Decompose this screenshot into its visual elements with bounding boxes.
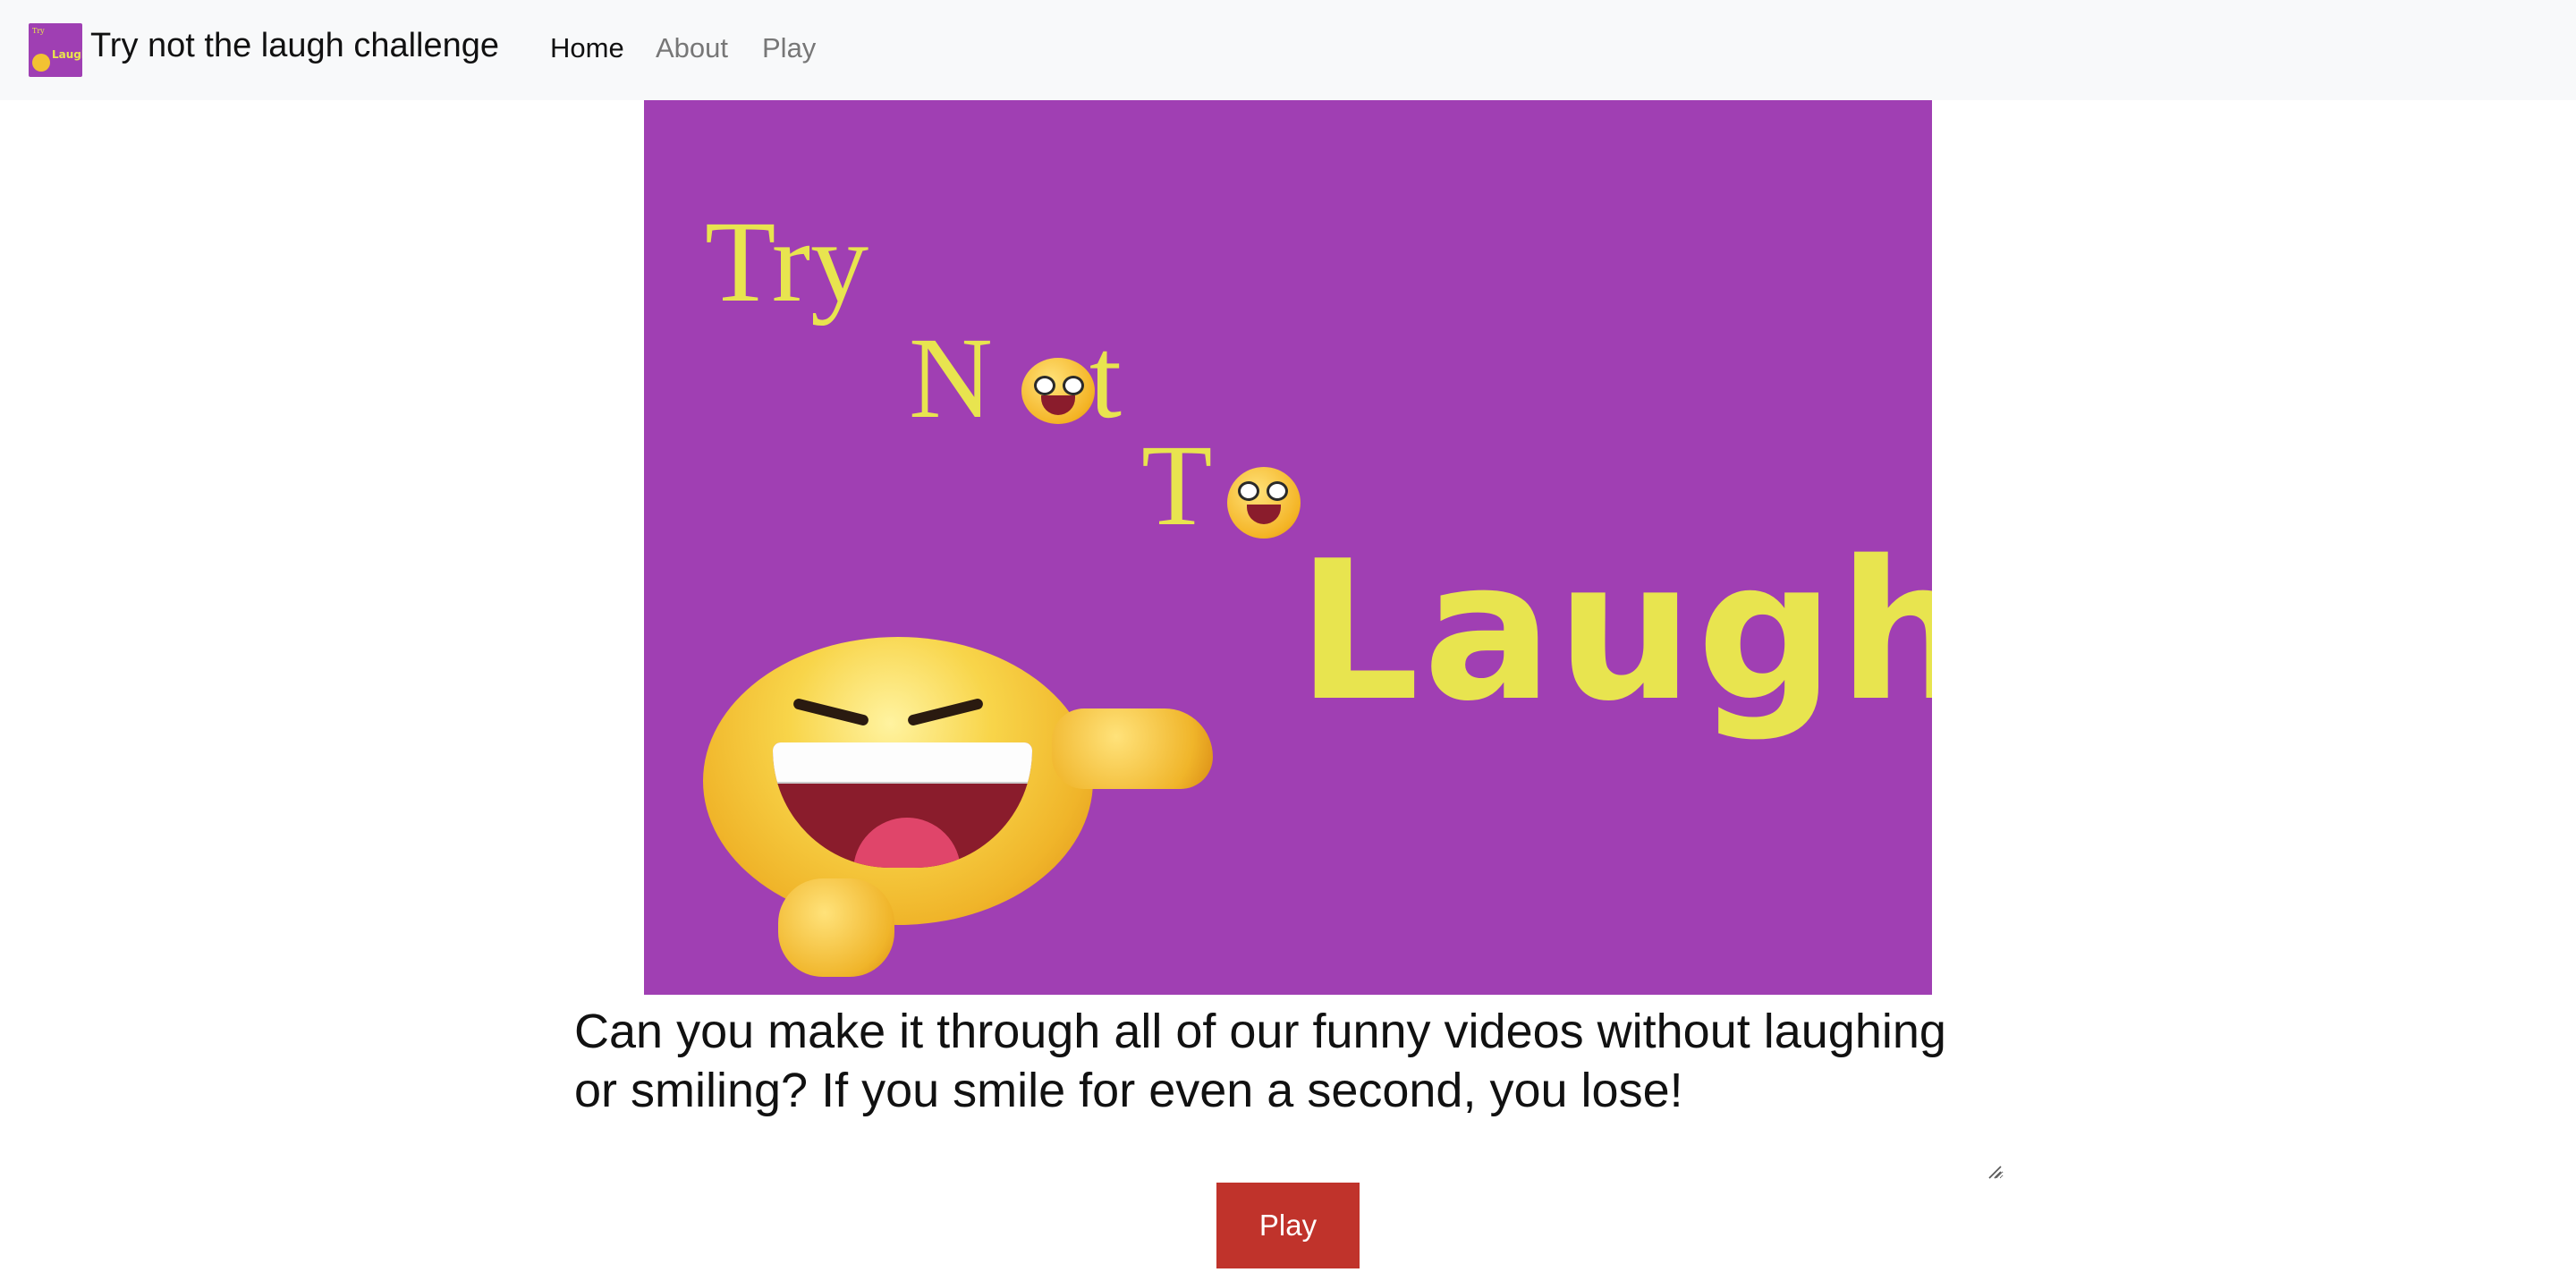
- nav-link-play[interactable]: Play: [762, 32, 816, 64]
- brand-logo[interactable]: Try Laugh: [29, 23, 82, 77]
- emoji-eye: [1034, 376, 1055, 395]
- nav-link-home[interactable]: Home: [550, 32, 624, 64]
- emoji-brow: [906, 697, 985, 727]
- hero-text-n: N: [909, 314, 993, 443]
- emoji-tongue: [853, 818, 961, 868]
- emoji-eye: [1238, 481, 1259, 501]
- hero-image: Try Nt T Laugh: [644, 100, 1932, 995]
- resize-handle-icon[interactable]: [1986, 1163, 2002, 1179]
- brand-title[interactable]: Try not the laugh challenge: [90, 27, 499, 65]
- emoji-eye: [1267, 481, 1288, 501]
- navbar: Try Laugh Try not the laugh challenge Ho…: [0, 0, 2576, 100]
- pointing-hand-icon: [1052, 708, 1213, 789]
- logo-small-text: Try: [32, 27, 45, 35]
- hero-text-try: Try: [705, 198, 869, 327]
- hero-text-t: t: [1089, 314, 1123, 443]
- description-textarea[interactable]: Can you make it through all of our funny…: [572, 997, 2004, 1179]
- emoji-eye: [1063, 376, 1084, 395]
- emoji-mouth: [1041, 395, 1075, 415]
- emoji-brow: [792, 697, 870, 727]
- logo-emoji-icon: [32, 54, 50, 72]
- play-button[interactable]: Play: [1216, 1183, 1360, 1268]
- hero-text-laugh: Laugh: [1297, 519, 1932, 743]
- nav-link-about[interactable]: About: [656, 32, 728, 64]
- logo-text: Laugh: [52, 48, 82, 61]
- emoji-mouth: [1247, 505, 1281, 524]
- laughing-with-tears-emoji-icon: [1021, 358, 1095, 424]
- grinning-emoji-icon: [1227, 467, 1301, 539]
- chin-hand-icon: [778, 878, 894, 977]
- laughing-pointing-emoji-icon: [703, 637, 1093, 925]
- emoji-mouth: [773, 742, 1032, 868]
- hero-text-to: T: [1141, 421, 1213, 550]
- emoji-teeth: [773, 742, 1032, 784]
